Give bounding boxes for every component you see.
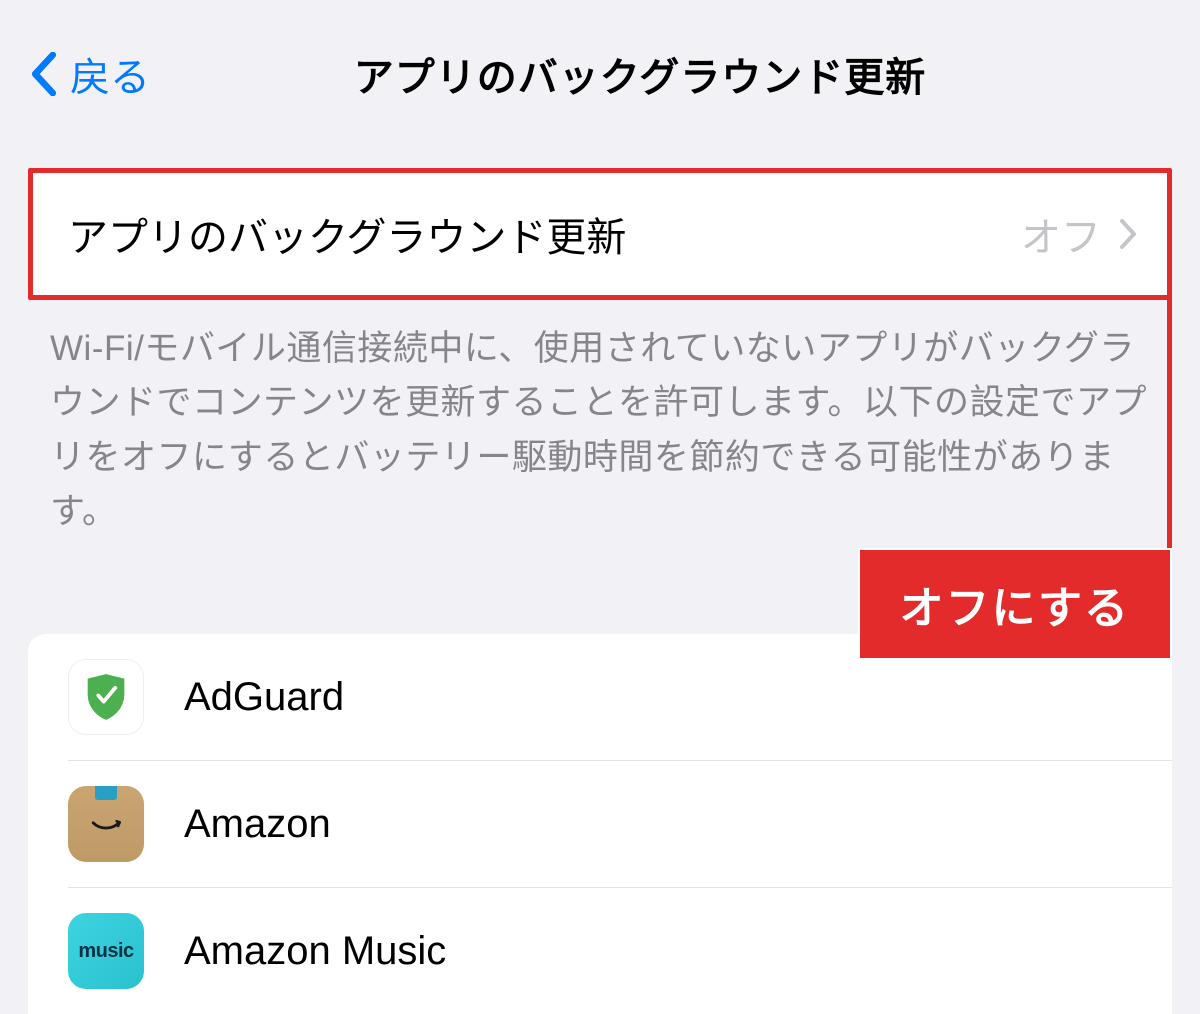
app-name: Amazon Music xyxy=(184,929,446,974)
background-refresh-setting[interactable]: アプリのバックグラウンド更新 オフ xyxy=(28,168,1172,300)
app-name: AdGuard xyxy=(184,675,344,720)
annotation-callout: オフにする xyxy=(858,548,1172,660)
app-list: AdGuard Amazon music Amazon Music xyxy=(28,634,1172,1014)
amazon-icon xyxy=(68,786,144,862)
page-title: アプリのバックグラウンド更新 xyxy=(110,45,1170,103)
annotation-connector xyxy=(1167,292,1172,552)
chevron-left-icon xyxy=(30,52,58,96)
setting-value: オフ xyxy=(1021,205,1137,263)
list-item[interactable]: music Amazon Music xyxy=(68,888,1172,1014)
adguard-icon xyxy=(68,659,144,735)
header: 戻る アプリのバックグラウンド更新 xyxy=(0,0,1200,133)
chevron-right-icon xyxy=(1119,219,1137,249)
setting-label: アプリのバックグラウンド更新 xyxy=(68,205,626,263)
amazon-music-icon: music xyxy=(68,913,144,989)
setting-description: Wi-Fi/モバイル通信接続中に、使用されていないアプリがバックグラウンドでコン… xyxy=(0,300,1200,539)
app-name: Amazon xyxy=(184,802,331,847)
setting-value-text: オフ xyxy=(1021,205,1101,263)
back-label: 戻る xyxy=(70,45,150,103)
back-button[interactable]: 戻る xyxy=(30,45,150,103)
list-item[interactable]: Amazon xyxy=(68,761,1172,888)
